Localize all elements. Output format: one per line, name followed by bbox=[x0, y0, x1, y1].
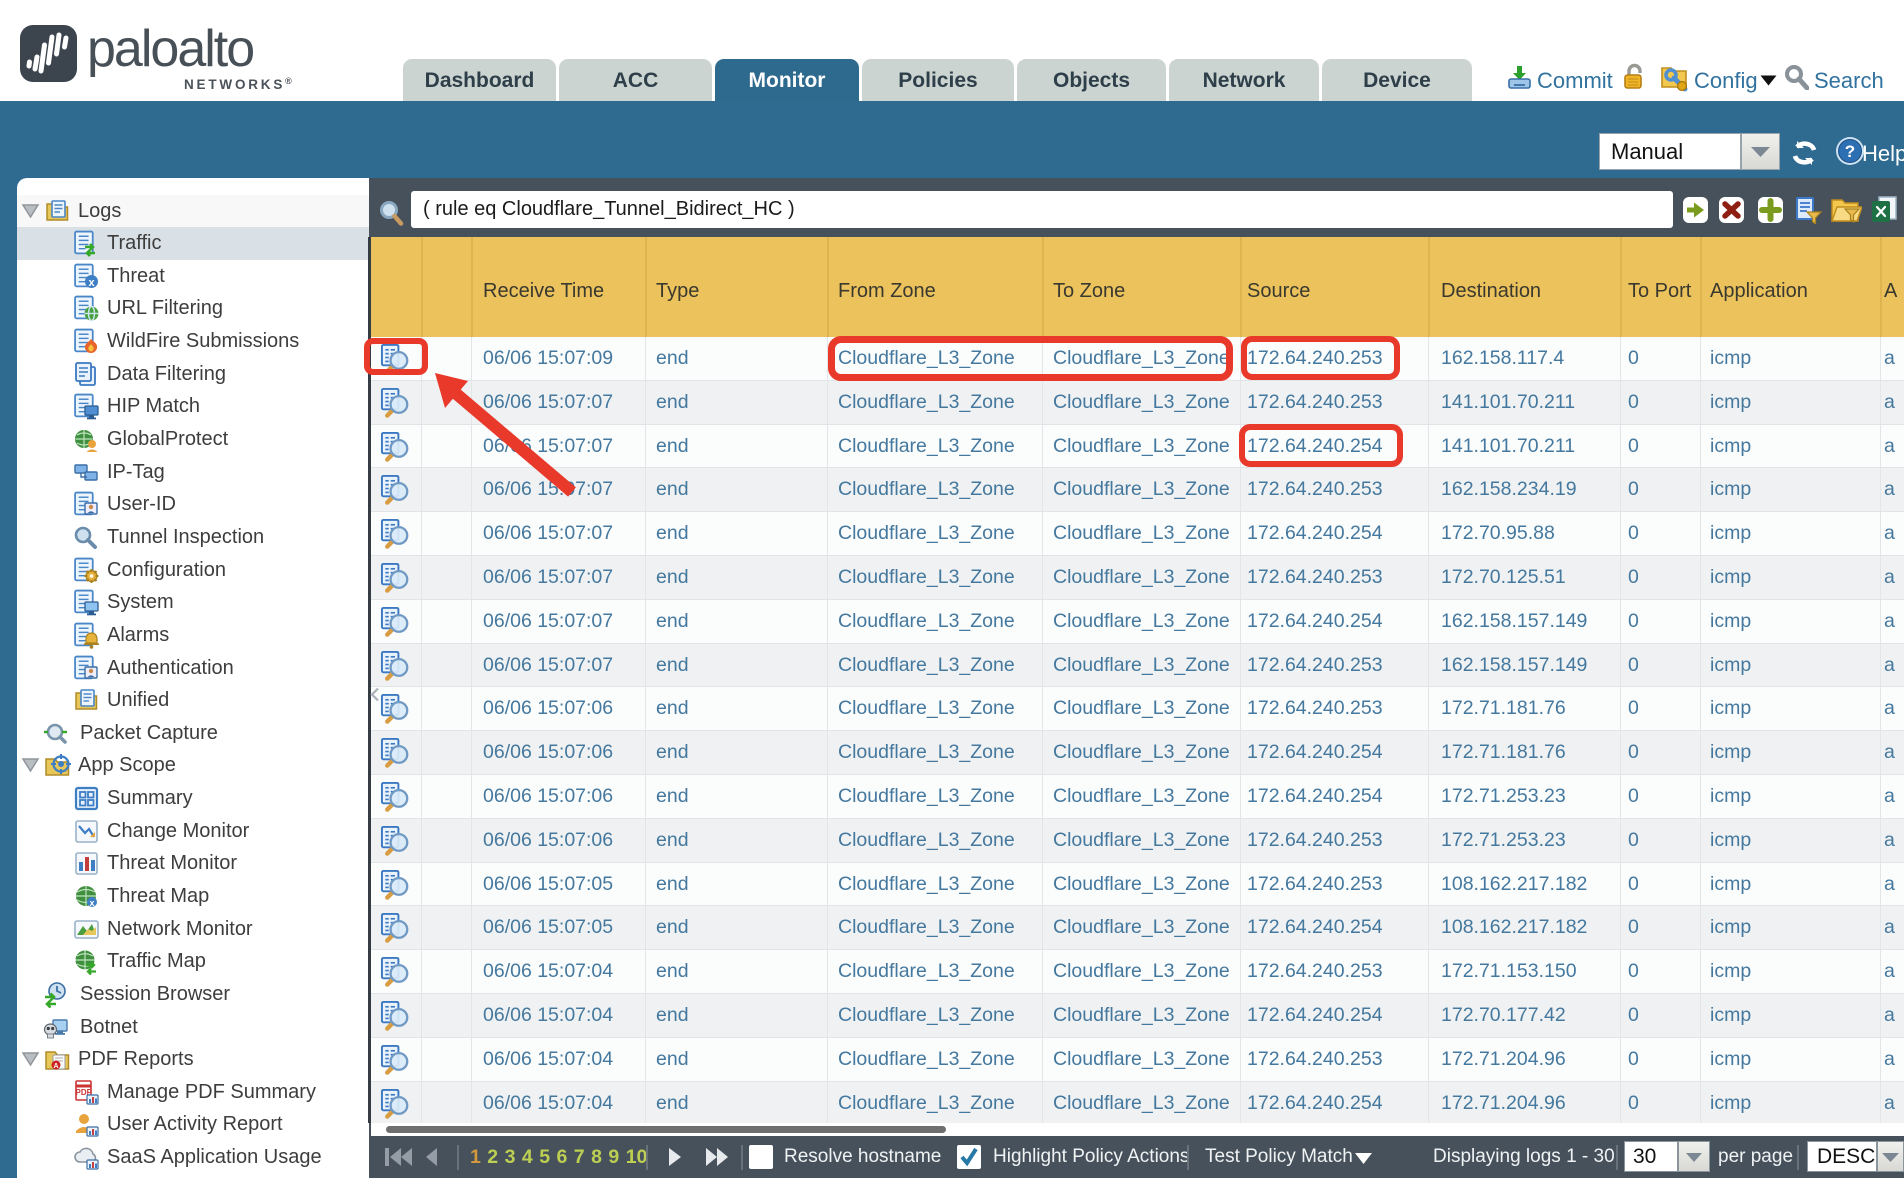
svg-text:?: ? bbox=[1845, 142, 1855, 161]
